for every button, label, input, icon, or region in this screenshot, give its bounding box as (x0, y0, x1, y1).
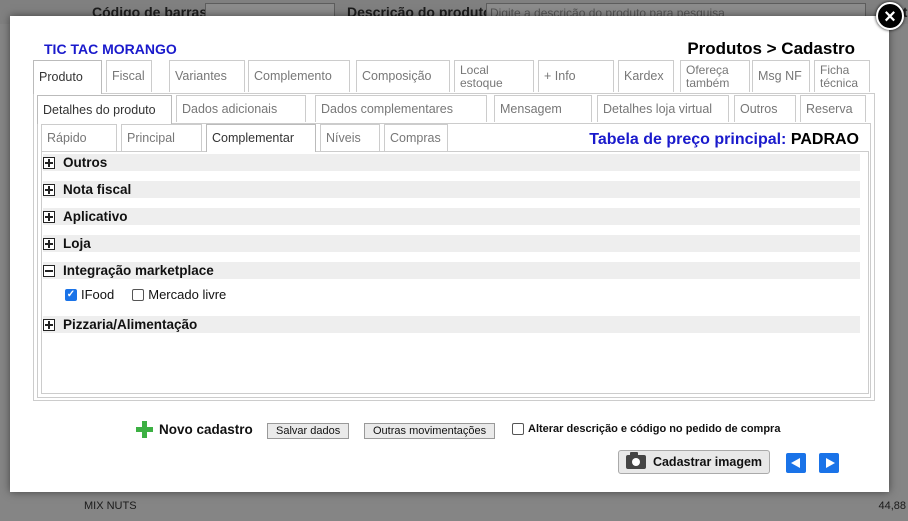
subtab-reserva[interactable]: Reserva (800, 95, 866, 122)
section-nota-fiscal[interactable]: Nota fiscal (43, 181, 860, 198)
marketplace-options: ✓ IFood Mercado livre (65, 287, 226, 302)
section-label: Aplicativo (63, 209, 128, 224)
price-table-label: Tabela de preço principal: (589, 131, 787, 148)
innertab-principal[interactable]: Principal (121, 124, 202, 151)
ifood-label: IFood (81, 287, 115, 302)
collapse-minus-icon[interactable] (43, 264, 55, 277)
tab-ficha-tecnica[interactable]: Ficha técnica (814, 60, 870, 92)
alter-description-checkbox[interactable] (512, 423, 524, 435)
tab-composicao[interactable]: Composição (356, 60, 450, 92)
expand-plus-icon[interactable] (43, 183, 55, 196)
plus-icon (136, 421, 153, 438)
tab-kardex[interactable]: Kardex (618, 60, 674, 92)
expand-plus-icon[interactable] (43, 210, 55, 223)
section-integracao-marketplace[interactable]: Integração marketplace (43, 262, 860, 279)
price-table-value: PADRAO (790, 131, 859, 148)
camera-icon (625, 452, 646, 469)
register-image-label: Cadastrar imagem (652, 455, 763, 469)
innertab-compras[interactable]: Compras (384, 124, 448, 151)
section-label: Loja (63, 236, 91, 251)
section-aplicativo[interactable]: Aplicativo (43, 208, 860, 225)
subtab-detalhes-produto[interactable]: Detalhes do produto (37, 95, 172, 124)
subtab-mensagem[interactable]: Mensagem (494, 95, 592, 122)
tab-msg-nf[interactable]: Msg NF (752, 60, 810, 92)
register-image-button[interactable]: Cadastrar imagem (618, 450, 770, 474)
subtab-detalhes-loja-virtual[interactable]: Detalhes loja virtual (597, 95, 729, 122)
alter-description-label: Alterar descrição e código no pedido de … (528, 423, 781, 435)
new-record-label: Novo cadastro (159, 422, 253, 437)
expand-plus-icon[interactable] (43, 318, 55, 331)
save-button[interactable]: Salvar dados (267, 423, 350, 439)
section-loja[interactable]: Loja (43, 235, 860, 252)
subtab-outros[interactable]: Outros (734, 95, 796, 122)
next-record-button[interactable] (819, 453, 839, 473)
previous-record-button[interactable] (786, 453, 806, 473)
innertab-niveis[interactable]: Níveis (320, 124, 380, 151)
mercado-livre-checkbox[interactable] (132, 288, 145, 301)
section-label: Outros (63, 155, 108, 170)
subtab-dados-adicionais[interactable]: Dados adicionais (176, 95, 306, 122)
alter-description-option: Alterar descrição e código no pedido de … (512, 423, 780, 435)
company-name: TIC TAC MORANGO (44, 41, 177, 57)
other-movements-button[interactable]: Outras movimentações (364, 423, 496, 439)
tab-mais-info[interactable]: + Info (538, 60, 614, 92)
section-label: Integração marketplace (63, 263, 214, 278)
section-label: Nota fiscal (63, 182, 132, 197)
price-table-indicator: Tabela de preço principal: PADRAO (589, 131, 859, 149)
section-outros[interactable]: Outros (43, 154, 860, 171)
tab-produto[interactable]: Produto (33, 60, 102, 94)
section-pizzaria-alimentacao[interactable]: Pizzaria/Alimentação (43, 316, 860, 333)
expand-plus-icon[interactable] (43, 156, 55, 169)
tab-variantes[interactable]: Variantes (169, 60, 245, 92)
tab-fiscal[interactable]: Fiscal (106, 60, 152, 92)
tab-ofereca-tambem[interactable]: Ofereça também (680, 60, 750, 92)
close-modal-button[interactable]: × (876, 2, 904, 30)
tab-complemento[interactable]: Complemento (248, 60, 350, 92)
section-label: Pizzaria/Alimentação (63, 317, 198, 332)
tab-local-estoque[interactable]: Local estoque (454, 60, 534, 92)
subtab-dados-complementares[interactable]: Dados complementares (315, 95, 487, 122)
mercado-livre-label: Mercado livre (148, 287, 227, 302)
innertab-rapido[interactable]: Rápido (41, 124, 117, 151)
page-title: Produtos > Cadastro (687, 39, 855, 58)
innertab-complementar[interactable]: Complementar (206, 124, 316, 152)
new-record-button[interactable]: Novo cadastro (136, 421, 253, 438)
product-register-modal: TIC TAC MORANGO Produtos > Cadastro Prod… (10, 16, 889, 492)
ifood-checkbox[interactable]: ✓ (65, 288, 77, 301)
expand-plus-icon[interactable] (43, 237, 55, 250)
